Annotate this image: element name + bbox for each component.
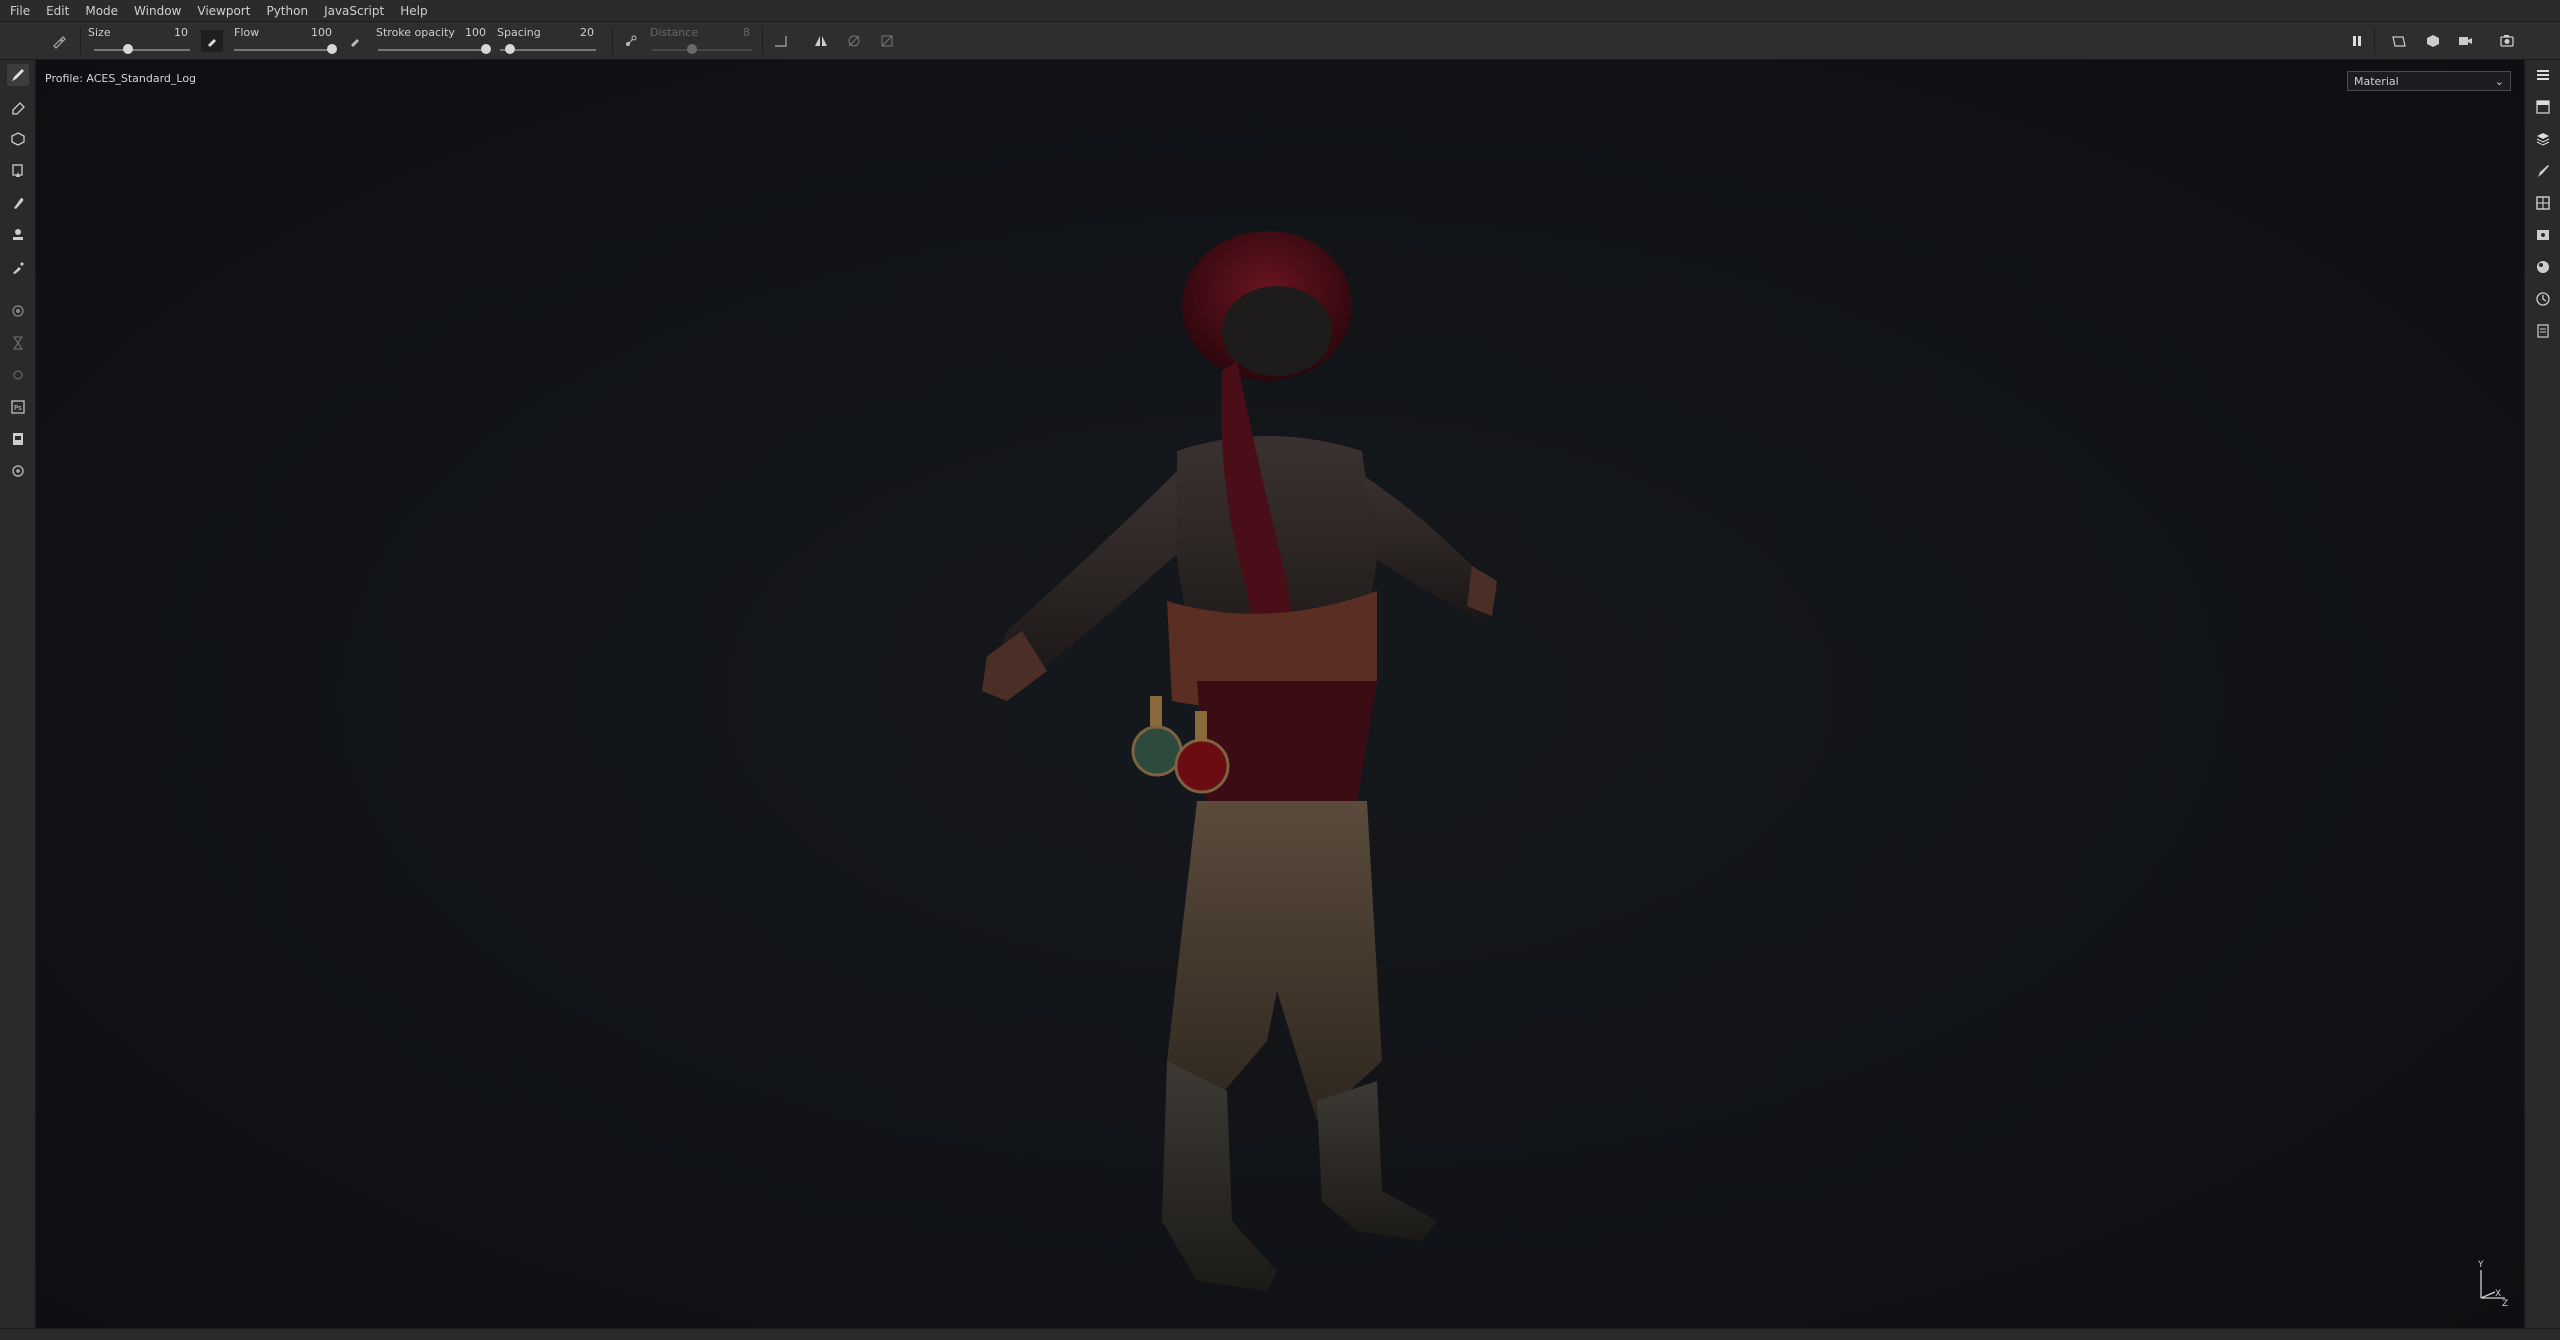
menu-bar: File Edit Mode Window Viewport Python Ja… — [0, 0, 2560, 22]
potion-neck-1 — [1150, 696, 1162, 726]
log-icon[interactable] — [2532, 320, 2554, 342]
flow-track[interactable] — [234, 49, 332, 51]
distance-track — [652, 49, 752, 51]
menu-file[interactable]: File — [6, 0, 42, 22]
3d-viewport[interactable]: Profile: ACES_Standard_Log Material ⌄ Y … — [37, 61, 2523, 1328]
projection-icon[interactable] — [7, 128, 29, 150]
eraser-icon[interactable] — [7, 96, 29, 118]
stroke-opacity-knob[interactable] — [481, 44, 491, 54]
pause-icon[interactable] — [2346, 30, 2368, 52]
size-label: Size — [88, 26, 111, 39]
symmetry-icon[interactable] — [7, 364, 29, 386]
display-settings-icon[interactable] — [2532, 192, 2554, 214]
size-value[interactable]: 10 — [158, 26, 188, 39]
pants — [1167, 801, 1382, 1121]
menu-javascript[interactable]: JavaScript — [320, 0, 396, 22]
menu-edit[interactable]: Edit — [42, 0, 81, 22]
layers-stack-icon[interactable] — [2532, 64, 2554, 86]
screenshot-icon[interactable] — [2496, 30, 2518, 52]
color-picker-icon[interactable] — [7, 256, 29, 278]
viewport-mode-select[interactable]: Material ⌄ — [2347, 71, 2511, 91]
menu-viewport[interactable]: Viewport — [193, 0, 262, 22]
axis-z-label: Z — [2502, 1299, 2508, 1308]
size-knob[interactable] — [122, 44, 133, 54]
flow-value[interactable]: 100 — [302, 26, 332, 39]
potion-neck-2 — [1195, 711, 1207, 741]
perspective-icon[interactable] — [2388, 30, 2410, 52]
alignment-icon[interactable] — [770, 30, 792, 52]
history-icon[interactable] — [2532, 288, 2554, 310]
potion-red — [1174, 738, 1230, 794]
brush-settings-icon[interactable] — [48, 30, 70, 52]
tool-properties-bar: Size 10 Flow 100 Stroke opacity 100 Spac… — [0, 22, 2560, 60]
material-export-icon[interactable] — [7, 428, 29, 450]
right-boot — [1317, 1081, 1437, 1241]
left-tools-bar: Ps — [0, 60, 36, 1328]
face-wrap — [1222, 286, 1332, 376]
path-icon[interactable] — [7, 332, 29, 354]
stroke-opacity-track[interactable] — [378, 49, 486, 51]
menu-mode[interactable]: Mode — [81, 0, 130, 22]
stroke-opacity-label: Stroke opacity — [376, 26, 455, 39]
flow-knob[interactable] — [327, 44, 337, 54]
flow-pressure-icon[interactable] — [201, 30, 223, 52]
geometry-decal-icon[interactable] — [7, 160, 29, 182]
photoshop-export-icon[interactable]: Ps — [7, 396, 29, 418]
skirt-fringe — [1197, 681, 1377, 811]
axis-gizmo: Y X Z — [2477, 1260, 2508, 1308]
axis-x-label: X — [2495, 1289, 2501, 1299]
settings-icon[interactable] — [7, 460, 29, 482]
smudge-icon[interactable] — [7, 192, 29, 214]
video-icon[interactable] — [2454, 30, 2476, 52]
left-boot — [1162, 1061, 1277, 1291]
spacing-value[interactable]: 20 — [564, 26, 594, 39]
paint-brush-icon[interactable] — [7, 64, 29, 86]
uv-tile-icon[interactable] — [876, 30, 898, 52]
layer-icon[interactable] — [2532, 128, 2554, 150]
menu-python[interactable]: Python — [262, 0, 320, 22]
viewer-settings-icon[interactable] — [2532, 224, 2554, 246]
chevron-down-icon: ⌄ — [2494, 74, 2504, 88]
stroke-pressure-icon[interactable] — [344, 30, 366, 52]
backface-culling-icon[interactable] — [843, 30, 865, 52]
symmetry-toggle-icon[interactable] — [810, 30, 832, 52]
texture-set-icon[interactable] — [2532, 96, 2554, 118]
distance-label: Distance — [650, 26, 699, 39]
potion-green — [1131, 725, 1183, 777]
clone-stamp-icon[interactable] — [7, 224, 29, 246]
flow-label: Flow — [234, 26, 260, 39]
camera-icon[interactable] — [2422, 30, 2444, 52]
character-model[interactable] — [937, 161, 1537, 1328]
distance-knob — [687, 44, 697, 54]
brush-properties-icon[interactable] — [2532, 160, 2554, 182]
spacing-knob[interactable] — [504, 44, 515, 54]
lazy-mouse-icon[interactable] — [620, 30, 642, 52]
shader-settings-icon[interactable] — [2532, 256, 2554, 278]
spacing-label: Spacing — [497, 26, 541, 39]
svg-text:Ps: Ps — [14, 404, 22, 412]
menu-help[interactable]: Help — [396, 0, 439, 22]
bake-icon[interactable] — [7, 300, 29, 322]
status-bar — [0, 1328, 2560, 1340]
menu-window[interactable]: Window — [130, 0, 193, 22]
viewport-mode-value: Material — [2354, 74, 2399, 88]
axis-y-label: Y — [2477, 1260, 2484, 1270]
right-panels-bar — [2524, 60, 2560, 1328]
stroke-opacity-value[interactable]: 100 — [456, 26, 486, 39]
color-profile-label: Profile: ACES_Standard_Log — [45, 72, 197, 85]
distance-value: 8 — [743, 26, 750, 39]
size-track[interactable] — [94, 49, 190, 51]
